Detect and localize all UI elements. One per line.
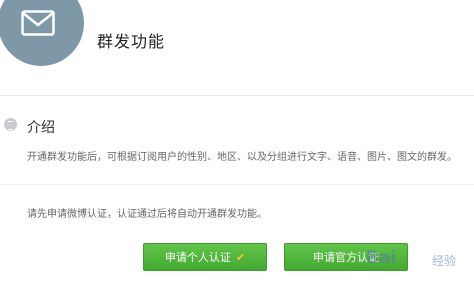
header: 群发功能 [0, 0, 474, 88]
intro-description: 开通群发功能后，可根据订阅用户的性别、地区、以及分组进行文字、语音、图片、图文的… [27, 152, 457, 163]
verification-notice: 请先申请微博认证，认证通过后将自动开通群发功能。 [27, 209, 267, 220]
envelope-icon [21, 10, 55, 36]
button-label: 申请个人认证 [164, 251, 231, 264]
baidu-jingyan-watermark: Bai 经验 [362, 236, 474, 276]
divider [0, 95, 474, 96]
feature-icon-circle [0, 0, 84, 66]
intro-heading: 介绍 [27, 120, 55, 136]
divider [0, 184, 474, 185]
watermark-subtext: 经验 [432, 254, 457, 268]
watermark-text: Bai [366, 248, 397, 268]
page-title: 群发功能 [97, 32, 166, 51]
verified-badge-icon: ✔ [235, 251, 246, 264]
apply-personal-verification-button[interactable]: 申请个人认证 ✔ [143, 243, 267, 271]
info-circle-icon [4, 118, 17, 131]
